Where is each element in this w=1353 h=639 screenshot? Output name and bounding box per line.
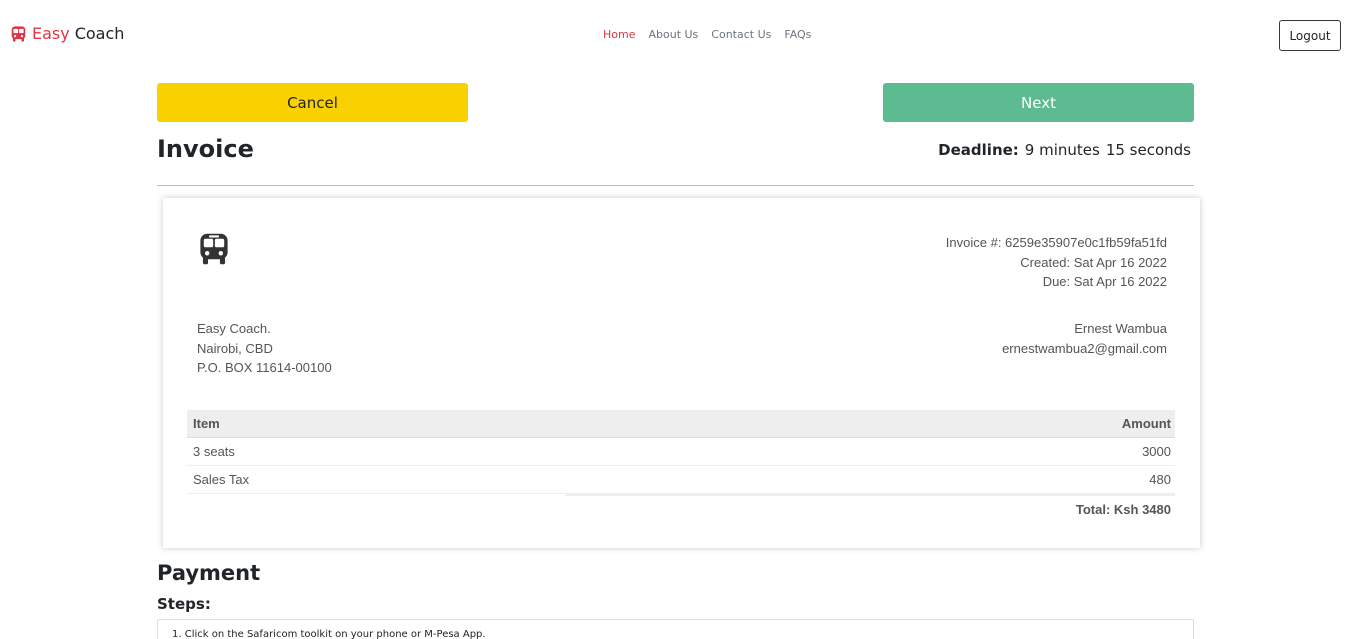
item-name: Sales Tax [193,472,250,487]
item-amount: 3000 [1142,444,1171,459]
invoice-total: Total: Ksh 3480 [1075,501,1171,517]
item-amount: 480 [1149,472,1171,487]
seller-city: Nairobi, CBD [197,340,273,356]
deadline-label: Deadline: [938,141,1019,159]
payment-step: 1. Click on the Safaricom toolkit on you… [172,629,486,639]
invoice-created: Created: Sat Apr 16 2022 [1020,254,1167,270]
column-header-amount: Amount [1121,416,1171,431]
column-header-item: Item [193,416,220,431]
nav-link-home[interactable]: Home [603,28,635,41]
invoice-card: Invoice #: 6259e35907e0c1fb59fa51fd Crea… [163,198,1200,548]
item-name: 3 seats [193,444,235,459]
brand-name-first: Easy [32,24,70,43]
payment-steps-list: 1. Click on the Safaricom toolkit on you… [158,620,1193,639]
nav-link-faqs[interactable]: FAQs [784,28,811,41]
table-total-row: Total: Ksh 3480 [187,494,1175,524]
customer-email: ernestwambua2@gmail.com [1002,340,1167,356]
main-nav: Home About Us Contact Us FAQs [603,28,811,41]
table-row: Sales Tax 480 [187,466,1175,494]
brand-name-second: Coach [74,24,125,43]
deadline-seconds: 15 seconds [1105,141,1191,159]
navbar: Easy Coach Home About Us Contact Us FAQs… [0,0,1353,70]
customer-details: Ernest Wambua ernestwambua2@gmail.com [1002,319,1167,358]
invoice-meta: Invoice #: 6259e35907e0c1fb59fa51fd Crea… [946,233,1167,292]
invoice-items-table: Item Amount 3 seats 3000 Sales Tax 480 T… [187,410,1175,524]
bus-icon [200,233,228,265]
page-title: Invoice [157,135,254,163]
deadline-timer: Deadline: 9 minutes 15 seconds [938,141,1191,159]
nav-link-about[interactable]: About Us [648,28,698,41]
divider [157,185,1194,186]
logout-button[interactable]: Logout [1279,20,1341,51]
payment-title: Payment [157,561,261,585]
table-row: 3 seats 3000 [187,438,1175,466]
payment-steps-box: 1. Click on the Safaricom toolkit on you… [157,619,1194,639]
seller-address: Easy Coach. Nairobi, CBD P.O. BOX 11614-… [197,319,332,378]
deadline-minutes: 9 minutes [1024,141,1100,159]
cancel-button[interactable]: Cancel [157,83,468,122]
bus-icon [11,25,26,42]
steps-title: Steps: [157,595,211,613]
seller-box: P.O. BOX 11614-00100 [197,360,332,375]
brand-logo[interactable]: Easy Coach [10,24,124,43]
next-button[interactable]: Next [883,83,1194,122]
nav-link-contact[interactable]: Contact Us [711,28,771,41]
invoice-due: Due: Sat Apr 16 2022 [1042,274,1167,289]
customer-name: Ernest Wambua [1074,321,1167,336]
seller-name: Easy Coach. [197,321,271,336]
table-header: Item Amount [187,410,1175,438]
invoice-number: Invoice #: 6259e35907e0c1fb59fa51fd [945,235,1167,250]
